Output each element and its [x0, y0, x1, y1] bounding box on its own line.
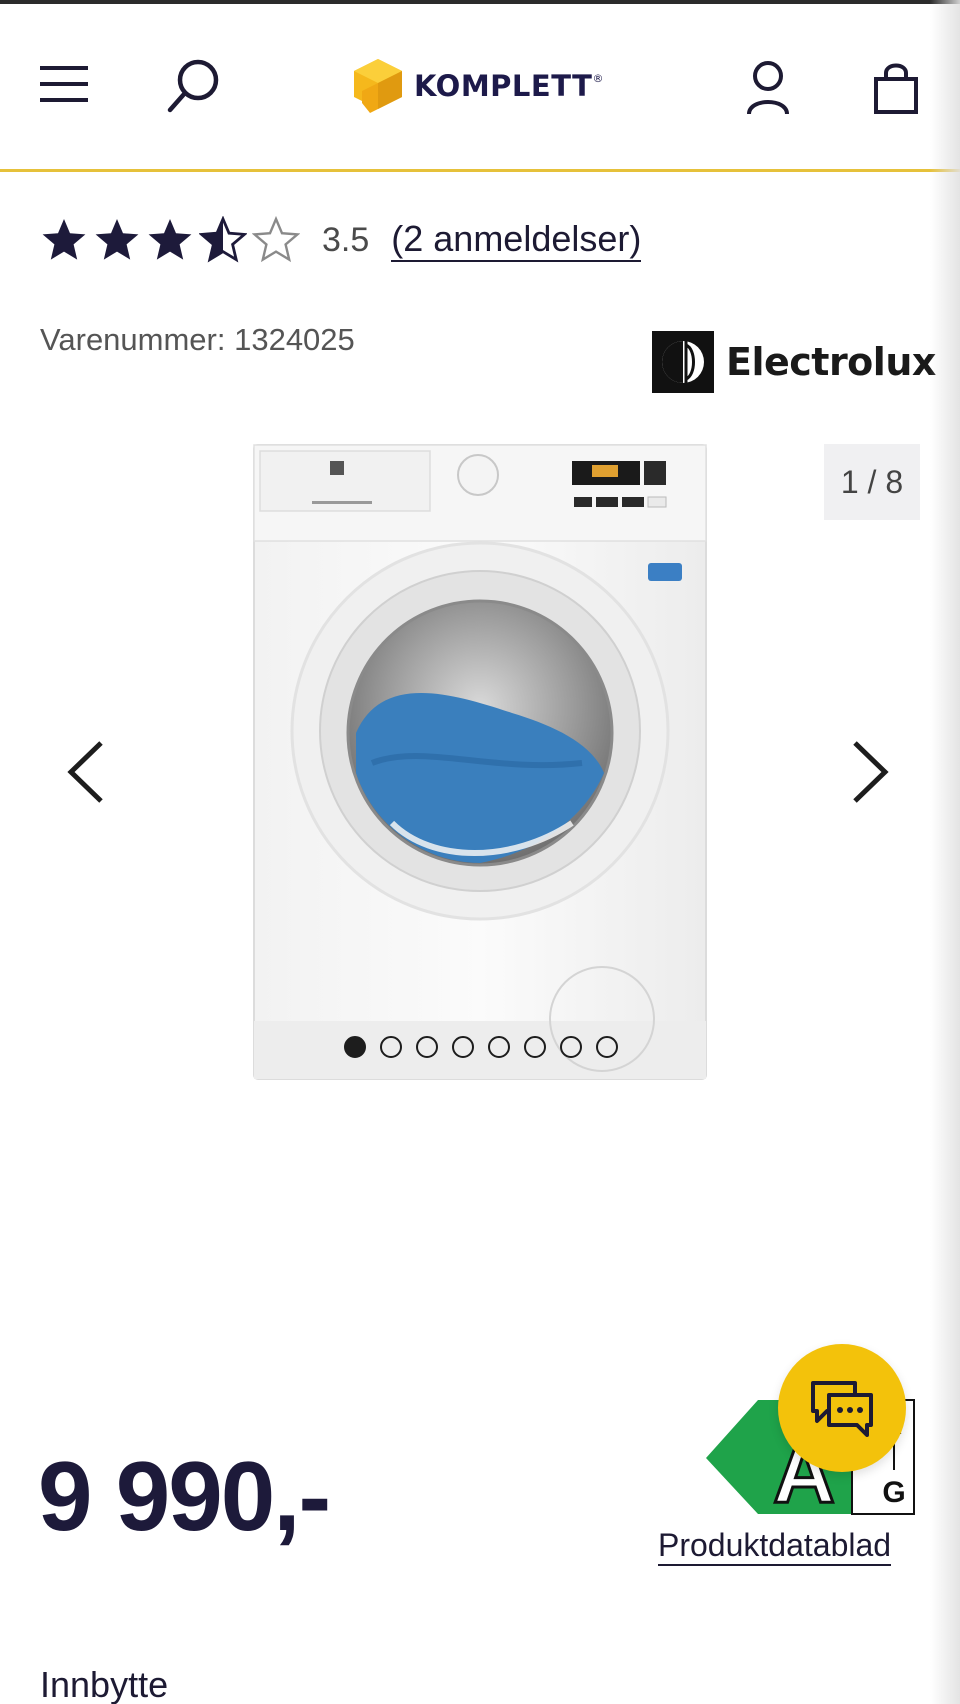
chevron-left-icon: [67, 741, 103, 803]
rating-value: 3.5: [322, 220, 370, 259]
brand-logo[interactable]: Electrolux: [652, 330, 936, 394]
gallery-prev-button[interactable]: [56, 730, 116, 814]
gallery-dot[interactable]: [380, 1036, 402, 1058]
gallery-dot[interactable]: [452, 1036, 474, 1058]
logo-text: KOMPLETT: [414, 69, 593, 103]
star-filled-icon: [148, 219, 192, 260]
search-button[interactable]: [160, 54, 228, 118]
gallery-counter: 1 / 8: [824, 444, 920, 520]
energy-scale-bottom: G: [882, 1476, 905, 1509]
sku-number: Varenummer: 1324025: [40, 322, 355, 357]
search-icon: [167, 59, 219, 113]
washing-machine-image: [253, 444, 707, 1080]
chevron-right-icon: [853, 741, 889, 803]
star-filled-icon: [42, 219, 86, 260]
site-header: KOMPLETT®: [0, 4, 960, 172]
star-half-icon: [199, 216, 247, 263]
product-image-washing-machine[interactable]: [252, 443, 708, 1081]
gallery-dot[interactable]: [596, 1036, 618, 1058]
gallery-dot[interactable]: [560, 1036, 582, 1058]
rating-stars: [40, 216, 300, 264]
gallery-dot[interactable]: [488, 1036, 510, 1058]
star-empty-icon: [252, 216, 300, 263]
star-filled-icon: [95, 219, 139, 260]
logo-registered-mark: ®: [592, 72, 604, 85]
product-rating[interactable]: 3.5 (2 anmeldelser): [40, 212, 642, 268]
gallery-dot[interactable]: [416, 1036, 438, 1058]
brand-name: Electrolux: [726, 340, 936, 384]
cart-icon: [874, 63, 918, 114]
menu-icon: [40, 66, 88, 102]
komplett-logo[interactable]: KOMPLETT®: [352, 54, 604, 118]
product-price: 9 990,-: [38, 1441, 331, 1551]
gallery-dot[interactable]: [524, 1036, 546, 1058]
account-button[interactable]: [736, 54, 800, 122]
reviews-link[interactable]: (2 anmeldelser): [391, 218, 642, 262]
gallery-dot[interactable]: [344, 1036, 366, 1058]
cart-button[interactable]: [864, 54, 928, 122]
product-datasheet-link[interactable]: Produktdatablad: [658, 1526, 892, 1566]
komplett-logo-icon: [354, 59, 402, 113]
account-icon: [747, 61, 789, 115]
menu-button[interactable]: [34, 56, 94, 112]
gallery-dots: [344, 1036, 618, 1058]
chat-button[interactable]: [778, 1344, 906, 1472]
gallery-next-button[interactable]: [840, 730, 900, 814]
tradein-heading: Innbytte: [40, 1664, 169, 1704]
electrolux-logo-icon: [652, 331, 714, 393]
chat-icon: [811, 1381, 873, 1437]
